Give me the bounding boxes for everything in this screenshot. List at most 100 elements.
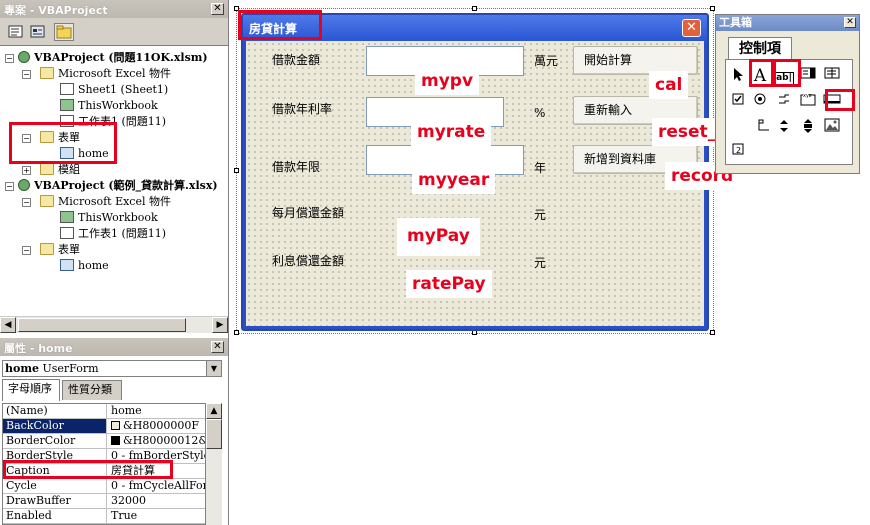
optionbutton-tool-icon[interactable] bbox=[750, 92, 770, 112]
annotation-cal: cal bbox=[649, 71, 689, 99]
resize-handle[interactable] bbox=[472, 6, 477, 11]
tree-item-sheet[interactable]: 工作表1 (問題11) bbox=[60, 226, 166, 242]
resize-handle[interactable] bbox=[234, 330, 239, 335]
checkbox-tool-icon[interactable] bbox=[728, 92, 748, 112]
label-annual-rate[interactable]: 借款年利率 bbox=[272, 100, 332, 117]
tabstrip-tool-icon[interactable] bbox=[754, 118, 774, 138]
userform-icon bbox=[60, 259, 74, 271]
property-row[interactable]: DrawBuffer 32000 bbox=[3, 494, 205, 509]
label-loan-amount[interactable]: 借款金額 bbox=[272, 51, 320, 68]
tree-item-folder[interactable]: Microsoft Excel 物件 bbox=[40, 66, 171, 82]
vba-project-icon bbox=[18, 179, 30, 191]
listbox-tool-icon[interactable] bbox=[822, 66, 842, 86]
collapse-icon[interactable]: − bbox=[22, 246, 31, 255]
project-tree: − VBAProject (問題11OK.xlsm) − Microsoft E… bbox=[0, 48, 228, 314]
toggle-folders-icon[interactable] bbox=[54, 23, 74, 41]
workbook-icon bbox=[60, 211, 74, 223]
highlight-label-tool bbox=[749, 59, 774, 87]
scroll-thumb[interactable] bbox=[206, 419, 222, 449]
tree-item-workbook[interactable]: ThisWorkbook bbox=[60, 98, 158, 114]
project-explorer-pane: 專案 - VBAProject ✕ − VBAProject (問題11OK.x… bbox=[0, 0, 229, 338]
color-swatch bbox=[111, 436, 120, 445]
folder-icon bbox=[40, 163, 54, 175]
scroll-up-icon[interactable]: ▲ bbox=[206, 403, 222, 419]
annotation-myyear: myyear bbox=[412, 166, 496, 194]
annotation-mypay: myPay bbox=[397, 218, 480, 256]
worksheet-icon bbox=[60, 227, 74, 239]
image-tool-icon[interactable] bbox=[822, 118, 842, 138]
resize-handle[interactable] bbox=[710, 330, 715, 335]
project-pane-title: 專案 - VBAProject bbox=[4, 4, 108, 17]
object-selector[interactable]: home UserForm ▼ bbox=[2, 360, 222, 377]
properties-pane-titlebar[interactable]: 屬性 - home bbox=[0, 338, 228, 356]
userform-close-button[interactable]: ✕ bbox=[682, 19, 701, 37]
property-row[interactable]: Cycle 0 - fmCycleAllForm bbox=[3, 479, 205, 494]
unit-interest[interactable]: 元 bbox=[534, 254, 546, 271]
label-interest-payment[interactable]: 利息償還金額 bbox=[272, 252, 344, 269]
tree-item-project[interactable]: VBAProject (範例_貸款計算.xlsx) bbox=[18, 178, 218, 194]
property-row[interactable]: BorderColor &H80000012& bbox=[3, 434, 205, 449]
unit-years[interactable]: 年 bbox=[534, 159, 546, 176]
tree-item-workbook[interactable]: ThisWorkbook bbox=[60, 210, 158, 226]
property-row[interactable]: BackColor &H8000000F bbox=[3, 419, 205, 434]
collapse-icon[interactable]: − bbox=[5, 54, 14, 63]
label-years[interactable]: 借款年限 bbox=[272, 158, 320, 175]
resize-handle[interactable] bbox=[234, 168, 239, 173]
toolbox-title: 工具箱 bbox=[719, 16, 752, 29]
project-horizontal-scrollbar[interactable]: ◀ ▶ bbox=[0, 316, 228, 333]
highlight-caption-row bbox=[3, 460, 173, 479]
scroll-left-icon[interactable]: ◀ bbox=[0, 317, 16, 333]
properties-pane-title: 屬性 - home bbox=[4, 342, 73, 355]
property-row[interactable]: (Name) home bbox=[3, 404, 205, 419]
scroll-right-icon[interactable]: ▶ bbox=[212, 317, 228, 333]
toolbox-titlebar[interactable]: 工具箱 bbox=[716, 15, 859, 31]
tree-item-sheet[interactable]: Sheet1 (Sheet1) bbox=[60, 82, 168, 98]
folder-icon bbox=[40, 195, 54, 207]
folder-icon bbox=[40, 243, 54, 255]
collapse-icon[interactable]: − bbox=[22, 70, 31, 79]
resize-handle[interactable] bbox=[710, 6, 715, 11]
annotation-mypv: mypv bbox=[415, 67, 480, 95]
scroll-thumb[interactable] bbox=[18, 318, 186, 332]
project-pane-close-button[interactable]: ✕ bbox=[211, 3, 224, 15]
collapse-icon[interactable]: − bbox=[22, 198, 31, 207]
unit-amount[interactable]: 萬元 bbox=[534, 52, 558, 69]
color-swatch bbox=[111, 421, 120, 430]
folder-icon bbox=[40, 67, 54, 79]
togglebutton-tool-icon[interactable] bbox=[774, 92, 794, 112]
tree-item-form-home[interactable]: home bbox=[60, 258, 109, 274]
chevron-down-icon[interactable]: ▼ bbox=[206, 361, 221, 376]
properties-pane-close-button[interactable]: ✕ bbox=[211, 341, 224, 353]
worksheet-icon bbox=[60, 83, 74, 95]
scrollbar-tool-icon[interactable] bbox=[798, 118, 818, 138]
label-monthly-payment[interactable]: 每月償還金額 bbox=[272, 204, 344, 221]
annotation-ratepay: ratePay bbox=[406, 270, 492, 298]
property-row[interactable]: Enabled True bbox=[3, 509, 205, 524]
tree-item-forms-folder[interactable]: 表單 bbox=[40, 242, 80, 258]
toolbox-close-button[interactable]: ✕ bbox=[844, 17, 856, 28]
tree-item-project[interactable]: VBAProject (問題11OK.xlsm) bbox=[18, 50, 208, 66]
unit-monthly[interactable]: 元 bbox=[534, 206, 546, 223]
tab-categorized[interactable]: 性質分類 bbox=[62, 380, 122, 400]
tree-item-folder[interactable]: Microsoft Excel 物件 bbox=[40, 194, 171, 210]
workbook-icon bbox=[60, 99, 74, 111]
view-code-icon[interactable] bbox=[6, 23, 26, 41]
tab-alphabetic[interactable]: 字母順序 bbox=[2, 379, 60, 401]
properties-vertical-scrollbar[interactable]: ▲ bbox=[206, 403, 222, 525]
collapse-icon[interactable]: − bbox=[5, 182, 14, 191]
project-pane-titlebar[interactable]: 專案 - VBAProject bbox=[0, 0, 228, 18]
highlight-form-caption bbox=[238, 10, 322, 40]
highlight-textbox-tool bbox=[773, 59, 801, 87]
unit-rate[interactable]: % bbox=[534, 106, 545, 120]
spinbutton-tool-icon[interactable] bbox=[774, 118, 794, 138]
view-object-icon[interactable] bbox=[28, 23, 48, 41]
combobox-tool-icon[interactable] bbox=[798, 66, 818, 86]
select-pointer-icon[interactable] bbox=[728, 66, 748, 86]
highlight-forms-folder bbox=[9, 122, 117, 164]
refedit-tool-icon[interactable]: 2 bbox=[728, 142, 748, 162]
tab-controls[interactable]: 控制項 bbox=[728, 37, 792, 59]
properties-pane: 屬性 - home ✕ home UserForm ▼ 字母順序 性質分類 (N… bbox=[0, 338, 229, 525]
expand-icon[interactable]: + bbox=[22, 166, 31, 175]
tree-item-modules-folder[interactable]: 模組 bbox=[40, 162, 80, 178]
frame-tool-icon[interactable]: xyz bbox=[798, 92, 818, 112]
